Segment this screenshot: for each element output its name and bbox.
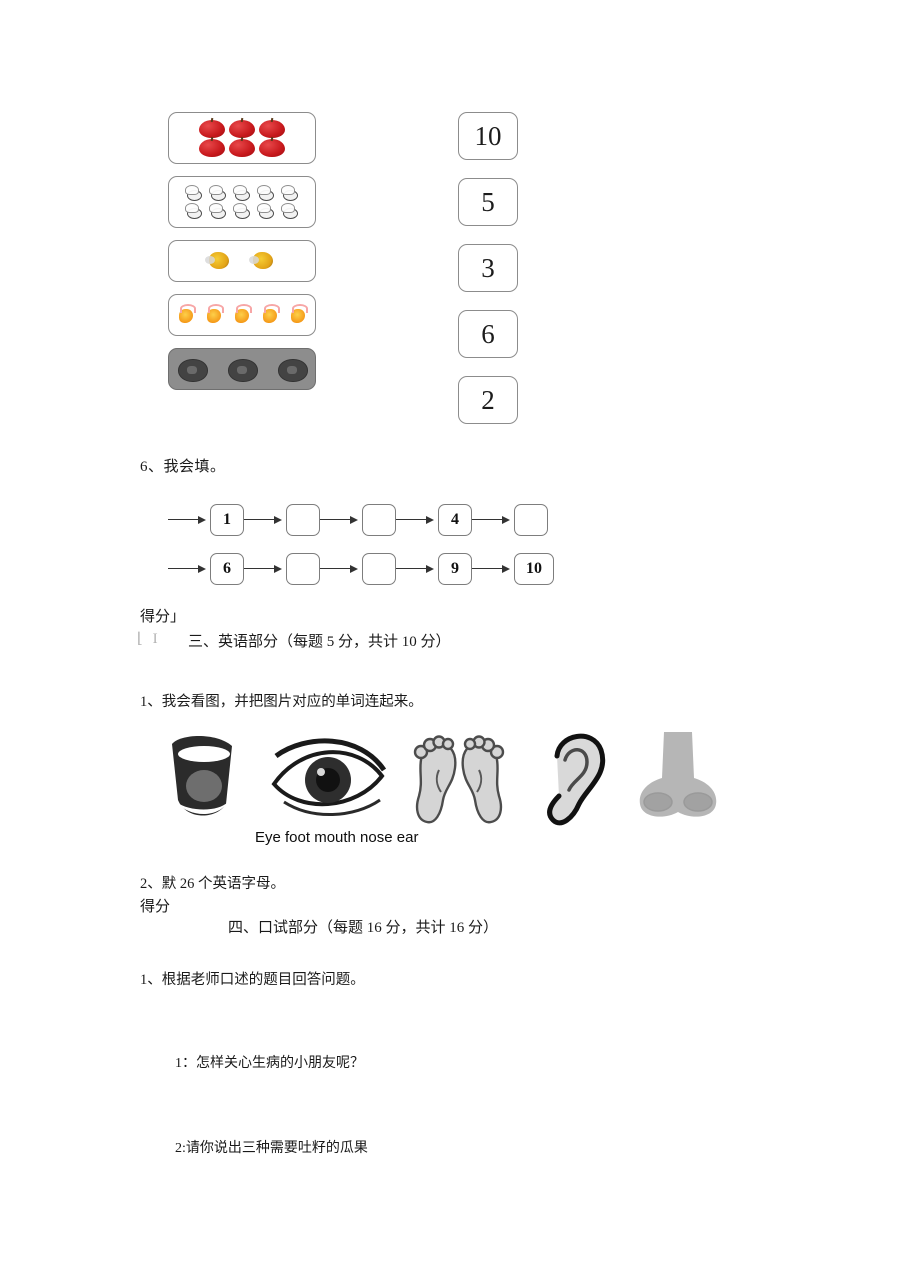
number-option-column: 10 5 3 6 2 xyxy=(458,112,518,442)
sequence-cell[interactable] xyxy=(286,504,320,536)
score-bracket-mark: ⌊ I xyxy=(137,631,161,647)
dark-animal-icon xyxy=(174,354,210,384)
section4-question1: 1、根据老师口述的题目回答问题。 xyxy=(140,972,365,988)
sequence-cell[interactable] xyxy=(362,504,396,536)
arrow-icon xyxy=(244,563,286,575)
apple-icon xyxy=(199,138,225,157)
picture-group-chicks[interactable] xyxy=(168,294,316,336)
number-sequence-exercise: 1 4 6 9 10 xyxy=(168,500,588,598)
oral-question-2: 2:请你说出三种需要吐籽的瓜果 xyxy=(175,1141,368,1156)
arrow-icon xyxy=(320,514,362,526)
section3-title: 三、英语部分（每题 5 分，共计 10 分） xyxy=(188,634,451,650)
bee-icon xyxy=(256,184,276,202)
number-option-box[interactable]: 10 xyxy=(458,112,518,160)
picture-group-animals[interactable] xyxy=(168,348,316,390)
matching-exercise: 10 5 3 6 2 xyxy=(0,112,920,442)
dark-animal-icon xyxy=(274,354,310,384)
sequence-cell[interactable] xyxy=(362,553,396,585)
bee-icon xyxy=(184,184,204,202)
bee-icon xyxy=(184,202,204,220)
english-word-list: Eye foot mouth nose ear xyxy=(255,829,419,846)
bee-grid xyxy=(184,184,300,220)
eye-icon xyxy=(268,726,388,831)
sequence-cell[interactable]: 10 xyxy=(514,553,554,585)
chick-row xyxy=(175,304,309,326)
number-option-box[interactable]: 2 xyxy=(458,376,518,424)
apple-icon xyxy=(259,119,285,138)
arrow-icon xyxy=(472,514,514,526)
bee-icon xyxy=(208,184,228,202)
sequence-cell[interactable]: 6 xyxy=(210,553,244,585)
number-option-box[interactable]: 5 xyxy=(458,178,518,226)
oral-question-1: 1：怎样关心生病的小朋友呢？ xyxy=(175,1056,364,1071)
sequence-row: 6 9 10 xyxy=(168,549,588,589)
arrow-icon xyxy=(472,563,514,575)
arrow-icon xyxy=(396,563,438,575)
picture-group-flowers[interactable] xyxy=(168,240,316,282)
worksheet-page: 10 5 3 6 2 6、我会填。 1 4 6 9 10 得分」 ⌊ I 三、英… xyxy=(0,0,920,1266)
apple-icon xyxy=(229,138,255,157)
bee-icon xyxy=(256,202,276,220)
number-option-box[interactable]: 3 xyxy=(458,244,518,292)
apple-icon xyxy=(259,138,285,157)
sequence-cell[interactable]: 9 xyxy=(438,553,472,585)
butterfly-flower-icon xyxy=(205,250,235,272)
bee-icon xyxy=(280,202,300,220)
number-option-box[interactable]: 6 xyxy=(458,310,518,358)
section4-title: 四、口试部分（每题 16 分，共计 16 分） xyxy=(228,920,499,936)
section3-question1: 1、我会看图，并把图片对应的单词连起来。 xyxy=(140,694,423,710)
dark-animal-icon xyxy=(224,354,260,384)
orange-creature-icon xyxy=(203,304,225,326)
flower-row xyxy=(205,250,279,272)
apple-icon xyxy=(229,119,255,138)
score-label-section4: 得分 xyxy=(140,899,171,915)
bee-icon xyxy=(232,202,252,220)
bee-icon xyxy=(232,184,252,202)
nose-icon xyxy=(630,726,726,831)
arrow-icon xyxy=(320,563,362,575)
mouth-icon xyxy=(160,726,252,831)
arrow-icon xyxy=(168,514,210,526)
bee-icon xyxy=(280,184,300,202)
sequence-cell[interactable] xyxy=(514,504,548,536)
foot-icon xyxy=(405,726,517,836)
sequence-cell[interactable]: 4 xyxy=(438,504,472,536)
picture-group-apples[interactable] xyxy=(168,112,316,164)
score-label-section3: 得分」 xyxy=(140,609,186,625)
arrow-icon xyxy=(168,563,210,575)
orange-creature-icon xyxy=(259,304,281,326)
apple-grid xyxy=(199,119,285,157)
sequence-row: 1 4 xyxy=(168,500,588,540)
arrow-icon xyxy=(244,514,286,526)
ear-icon xyxy=(535,726,613,839)
body-part-picture-row xyxy=(160,726,760,838)
section3-question2: 2、默 26 个英语字母。 xyxy=(140,876,285,892)
sequence-cell[interactable]: 1 xyxy=(210,504,244,536)
butterfly-flower-icon xyxy=(249,250,279,272)
question-6-title: 6、我会填。 xyxy=(140,459,226,475)
picture-group-bees[interactable] xyxy=(168,176,316,228)
animal-row xyxy=(174,354,310,384)
arrow-icon xyxy=(396,514,438,526)
bee-icon xyxy=(208,202,228,220)
apple-icon xyxy=(199,119,225,138)
orange-creature-icon xyxy=(231,304,253,326)
picture-group-column xyxy=(168,112,316,402)
orange-creature-icon xyxy=(175,304,197,326)
orange-creature-icon xyxy=(287,304,309,326)
sequence-cell[interactable] xyxy=(286,553,320,585)
